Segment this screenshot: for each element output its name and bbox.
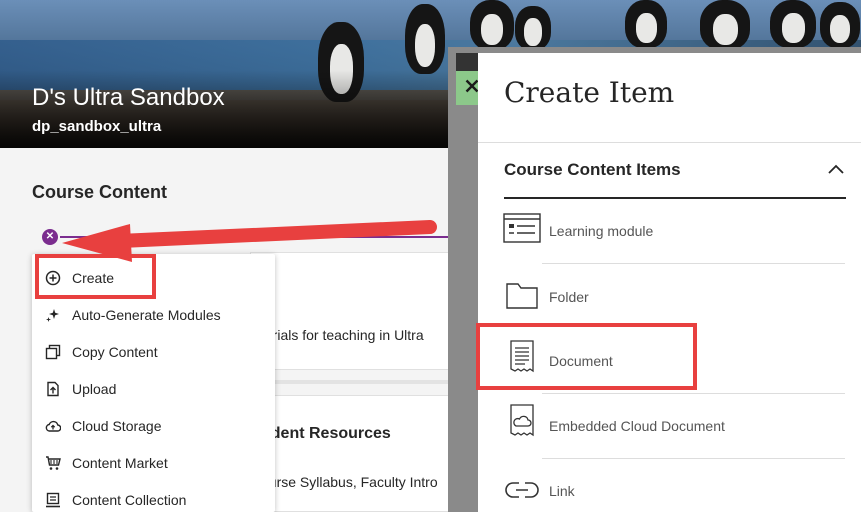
menu-item-label: Upload [72,380,117,397]
content-card[interactable]: terials for teaching in Ultra [250,252,460,370]
penguin-image [770,0,816,48]
content-card[interactable]: udent Resources ourse Syllabus, Faculty … [250,395,460,512]
folder-icon [503,278,541,312]
menu-item-cloud-storage[interactable]: Cloud Storage [32,407,275,444]
panel-edge [456,53,478,71]
link-icon [503,473,541,507]
penguin-image [820,2,860,48]
sparkle-icon [44,306,62,324]
course-content-heading: Course Content [32,182,167,202]
menu-item-label: Content Collection [72,491,187,508]
course-id: dp_sandbox_ultra [32,118,162,135]
document-icon [503,340,541,374]
add-content-line[interactable] [60,236,460,238]
menu-item-label: Create [72,269,115,286]
add-content-close-icon[interactable]: ✕ [42,229,58,245]
cloud-upload-icon [44,417,62,435]
menu-item-content-collection[interactable]: Content Collection [32,481,275,512]
create-item-label: Learning module [549,223,654,239]
create-item-label: Embedded Cloud Document [549,418,725,434]
cloud-document-icon [503,404,541,438]
content-card-description: terials for teaching in Ultra [261,327,424,343]
create-item-embedded-cloud-document[interactable]: Embedded Cloud Document [500,394,861,458]
group-title[interactable]: Course Content Items [504,160,681,180]
upload-icon [44,380,62,398]
penguin-image [700,0,750,50]
content-card-description: ourse Syllabus, Faculty Intro [261,474,438,490]
menu-item-create[interactable]: Create [32,259,275,296]
plus-circle-icon [44,269,62,287]
chevron-up-icon[interactable] [826,160,846,180]
penguin-image [625,0,667,48]
panel-title: Create Item [504,76,675,109]
menu-item-copy-content[interactable]: Copy Content [32,333,275,370]
create-item-label: Document [549,353,613,369]
create-item-label: Link [549,483,575,499]
content-card-title: udent Resources [261,425,391,442]
menu-item-upload[interactable]: Upload [32,370,275,407]
create-item-learning-module[interactable]: Learning module [500,198,861,262]
menu-item-content-market[interactable]: Content Market [32,444,275,481]
copy-icon [44,343,62,361]
penguin-image [405,4,445,74]
create-item-document[interactable]: Document [500,329,861,393]
market-icon [44,454,62,472]
menu-item-label: Cloud Storage [72,417,162,434]
course-title: D's Ultra Sandbox [32,84,225,111]
menu-item-label: Content Market [72,454,168,471]
learning-module-icon [503,211,541,245]
menu-item-label: Auto-Generate Modules [72,306,221,323]
collection-icon [44,491,62,509]
panel-divider [478,142,861,143]
create-item-folder[interactable]: Folder [500,264,861,328]
menu-item-auto-generate-modules[interactable]: Auto-Generate Modules [32,296,275,333]
create-item-label: Folder [549,289,589,305]
menu-item-label: Copy Content [72,343,158,360]
create-item-link[interactable]: Link [500,459,861,512]
card-divider [250,380,460,384]
penguin-image [515,6,551,50]
penguin-image [470,0,514,50]
add-content-menu: Create Auto-Generate Modules Copy Conten… [32,254,275,512]
